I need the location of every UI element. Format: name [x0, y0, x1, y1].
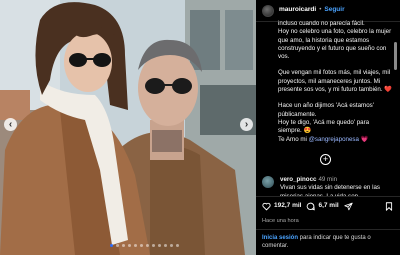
save-action — [385, 202, 396, 211]
comment-bubble-icon[interactable] — [306, 202, 316, 211]
carousel-dot — [170, 244, 173, 247]
caption-last-line: Te Amo mi @sangrejaponesa 💗 — [278, 136, 393, 144]
caption-last-line-prefix: Te Amo mi — [278, 135, 309, 143]
carousel-dot — [164, 244, 167, 247]
post-caption: incluso cuando no parecía fácil. Hoy no … — [278, 20, 393, 148]
carousel-dot — [122, 244, 125, 247]
carousel-dot — [140, 244, 143, 247]
caption-paragraph: Que vengan mil fotos más, mil viajes, mi… — [278, 69, 392, 94]
carousel-prev-button[interactable]: ‹ — [4, 118, 17, 131]
load-more-comments-button[interactable]: + — [320, 154, 331, 165]
follow-button[interactable]: Seguir — [324, 6, 344, 14]
caption-paragraph: Hace un año dijimos 'Acá estamos' públic… — [278, 102, 374, 135]
commenter-username[interactable]: vero_pinocc — [280, 176, 316, 183]
share-paper-plane-icon[interactable] — [344, 202, 353, 211]
author-avatar[interactable] — [262, 4, 274, 17]
carousel-dot — [158, 244, 161, 247]
post-header: mauroicardi • Seguir — [256, 0, 400, 22]
login-prompt: Inicia sesión para indicar que te gusta … — [256, 229, 400, 255]
like-action: 192,7 mil — [262, 202, 301, 211]
bookmark-icon[interactable] — [385, 202, 393, 211]
comments-scrollbar[interactable] — [394, 42, 397, 70]
caption-paragraph: incluso cuando no parecía fácil. Hoy no … — [278, 20, 392, 61]
post-side-panel: mauroicardi • Seguir incluso cuando no p… — [256, 0, 400, 255]
post-time-ago: Hace una hora — [262, 218, 299, 224]
share-action — [344, 202, 356, 211]
like-count[interactable]: 192,7 mil — [274, 202, 301, 210]
carousel-dot — [146, 244, 149, 247]
comment-time: 49 min — [318, 176, 338, 183]
carousel-dot — [110, 244, 113, 247]
carousel-dot — [176, 244, 179, 247]
post-actions: 192,7 mil 6,7 mil — [262, 202, 396, 211]
carousel-dot — [152, 244, 155, 247]
caption-last-line-suffix: 💗 — [358, 135, 369, 143]
carousel-dot — [128, 244, 131, 247]
carousel-dot — [116, 244, 119, 247]
carousel-next-button[interactable]: › — [240, 118, 253, 131]
carousel-indicator — [110, 244, 179, 247]
comment-count[interactable]: 6,7 mil — [318, 202, 338, 210]
photo-image — [0, 0, 256, 255]
commenter-avatar[interactable] — [262, 176, 274, 188]
post-photo[interactable]: ‹ › — [0, 0, 256, 255]
login-link[interactable]: Inicia sesión — [262, 235, 298, 241]
carousel-dot — [134, 244, 137, 247]
author-username[interactable]: mauroicardi — [279, 6, 316, 14]
heart-icon[interactable] — [262, 202, 271, 211]
comment-action: 6,7 mil — [306, 202, 339, 211]
caption-mention-link[interactable]: @sangrejaponesa — [309, 136, 359, 143]
header-separator: • — [319, 6, 322, 14]
